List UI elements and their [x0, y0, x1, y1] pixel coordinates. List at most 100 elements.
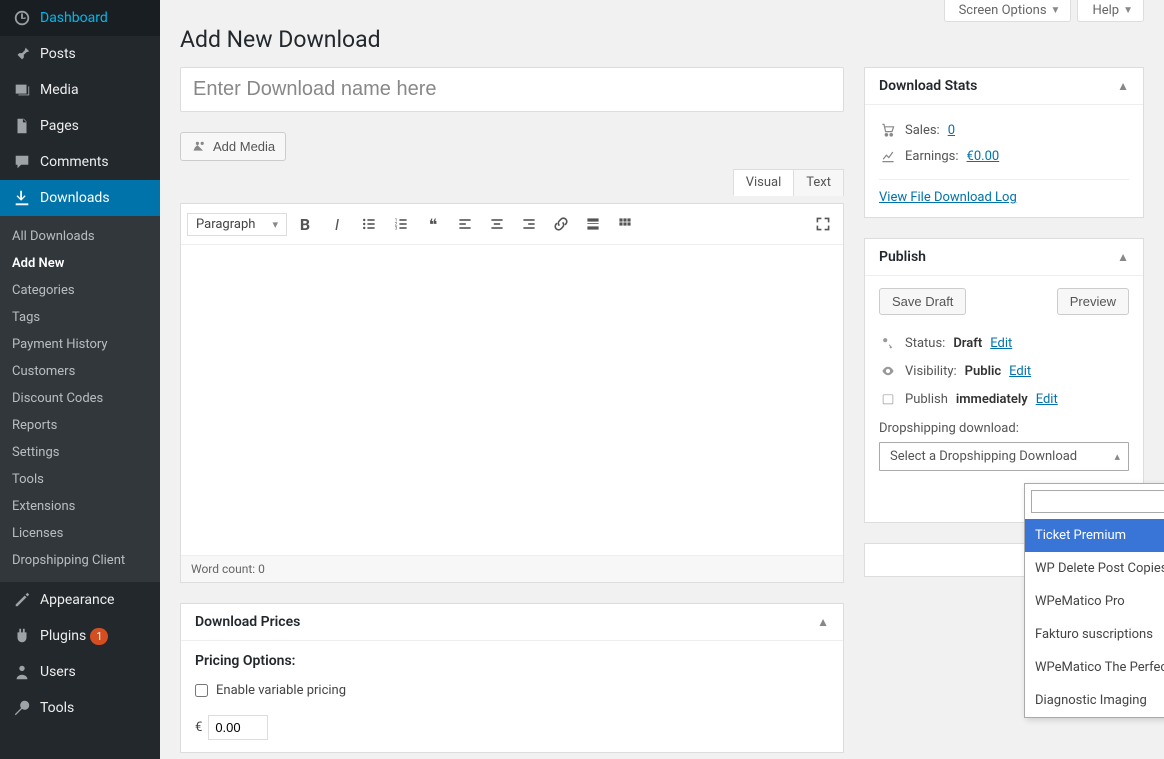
downloads-submenu: All Downloads Add New Categories Tags Pa… — [0, 216, 160, 582]
chart-icon — [879, 147, 897, 165]
sidebar-item-plugins[interactable]: Plugins 1 — [0, 618, 160, 654]
align-left-button[interactable] — [451, 210, 479, 238]
download-icon — [12, 188, 32, 208]
align-center-button[interactable] — [483, 210, 511, 238]
tab-text[interactable]: Text — [793, 169, 844, 196]
edit-status-link[interactable]: Edit — [990, 336, 1012, 351]
price-input[interactable] — [208, 715, 268, 740]
status-value: Draft — [953, 336, 982, 351]
admin-sidebar: Dashboard Posts Media Pages Comments Dow… — [0, 0, 160, 759]
earnings-link[interactable]: €0.00 — [967, 149, 1000, 164]
dropship-dropdown: Ticket Premium WP Delete Post Copies WPe… — [1024, 483, 1164, 718]
screen-options-button[interactable]: Screen Options ▼ — [944, 0, 1072, 22]
add-media-label: Add Media — [213, 139, 275, 154]
toolbar-toggle-button[interactable] — [611, 210, 639, 238]
bullets-button[interactable] — [355, 210, 383, 238]
users-icon — [12, 662, 32, 682]
submenu-add-new[interactable]: Add New — [0, 250, 160, 277]
sidebar-item-media[interactable]: Media — [0, 72, 160, 108]
edit-schedule-link[interactable]: Edit — [1036, 392, 1058, 407]
screen-options-label: Screen Options — [959, 3, 1047, 18]
dropship-option[interactable]: Ticket Premium — [1025, 519, 1164, 552]
sidebar-item-users[interactable]: Users — [0, 654, 160, 690]
sales-label: Sales: — [905, 123, 940, 138]
sidebar-item-comments[interactable]: Comments — [0, 144, 160, 180]
submenu-tags[interactable]: Tags — [0, 304, 160, 331]
editor-toolbar: Paragraph B I 123 ❝ — [181, 204, 843, 245]
submenu-dropshipping-client[interactable]: Dropshipping Client — [0, 547, 160, 574]
dropship-option[interactable]: Diagnostic Imaging — [1025, 684, 1164, 717]
variable-pricing-input[interactable] — [195, 684, 208, 697]
save-draft-button[interactable]: Save Draft — [879, 288, 966, 315]
tools-icon — [12, 698, 32, 718]
submenu-reports[interactable]: Reports — [0, 412, 160, 439]
toggle-icon[interactable]: ▲ — [1117, 79, 1129, 93]
format-select[interactable]: Paragraph — [187, 213, 287, 236]
sidebar-item-posts[interactable]: Posts — [0, 36, 160, 72]
sidebar-item-appearance[interactable]: Appearance — [0, 582, 160, 618]
sales-link[interactable]: 0 — [948, 123, 955, 138]
dropship-option[interactable]: WP Delete Post Copies — [1025, 552, 1164, 585]
submenu-payment-history[interactable]: Payment History — [0, 331, 160, 358]
link-button[interactable] — [547, 210, 575, 238]
visibility-value: Public — [965, 364, 1001, 379]
submenu-tools[interactable]: Tools — [0, 466, 160, 493]
pin-icon — [12, 44, 32, 64]
toggle-icon[interactable]: ▲ — [1117, 250, 1129, 264]
sidebar-item-tools[interactable]: Tools — [0, 690, 160, 726]
dropship-select[interactable]: Select a Dropshipping Download — [879, 442, 1129, 471]
sidebar-item-pages[interactable]: Pages — [0, 108, 160, 144]
edit-visibility-link[interactable]: Edit — [1009, 364, 1031, 379]
earnings-label: Earnings: — [905, 149, 959, 164]
dropship-search-input[interactable] — [1031, 490, 1164, 513]
view-log-link[interactable]: View File Download Log — [879, 190, 1017, 205]
submenu-extensions[interactable]: Extensions — [0, 493, 160, 520]
align-right-button[interactable] — [515, 210, 543, 238]
dropship-label: Dropshipping download: — [879, 421, 1129, 436]
sidebar-item-dashboard[interactable]: Dashboard — [0, 0, 160, 36]
sidebar-label: Appearance — [40, 592, 114, 608]
toggle-icon[interactable]: ▲ — [817, 615, 829, 629]
dropship-option[interactable]: WPeMatico The Perfect Package — [1025, 651, 1164, 684]
readmore-button[interactable] — [579, 210, 607, 238]
download-stats-heading: Download Stats — [879, 78, 977, 94]
caret-down-icon: ▼ — [1123, 5, 1133, 16]
appearance-icon — [12, 590, 32, 610]
dropship-option[interactable]: WPeMatico Pro — [1025, 585, 1164, 618]
dropship-option[interactable]: Fakturo suscriptions — [1025, 618, 1164, 651]
sidebar-label: Dashboard — [40, 10, 108, 26]
sidebar-label: Pages — [40, 118, 79, 134]
submenu-customers[interactable]: Customers — [0, 358, 160, 385]
sidebar-label: Media — [40, 82, 79, 98]
submenu-settings[interactable]: Settings — [0, 439, 160, 466]
help-label: Help — [1092, 3, 1119, 18]
publish-heading: Publish — [879, 249, 926, 265]
add-media-button[interactable]: Add Media — [180, 132, 286, 161]
submenu-discount-codes[interactable]: Discount Codes — [0, 385, 160, 412]
numbers-button[interactable]: 123 — [387, 210, 415, 238]
main-content: Screen Options ▼ Help ▼ Add New Download… — [160, 0, 1164, 759]
schedule-value: immediately — [956, 392, 1028, 407]
visibility-label: Visibility: — [905, 364, 957, 379]
variable-pricing-label: Enable variable pricing — [216, 683, 346, 698]
submenu-all-downloads[interactable]: All Downloads — [0, 223, 160, 250]
fullscreen-button[interactable] — [809, 210, 837, 238]
italic-button[interactable]: I — [323, 210, 351, 238]
download-title-input[interactable] — [180, 67, 844, 112]
sidebar-item-downloads[interactable]: Downloads — [0, 180, 160, 216]
submenu-categories[interactable]: Categories — [0, 277, 160, 304]
sidebar-label: Comments — [40, 154, 109, 170]
tab-visual[interactable]: Visual — [733, 169, 795, 196]
sidebar-label: Plugins — [40, 628, 86, 644]
calendar-icon — [879, 390, 897, 408]
schedule-label: Publish — [905, 392, 948, 407]
variable-pricing-checkbox[interactable]: Enable variable pricing — [195, 683, 346, 698]
quote-button[interactable]: ❝ — [419, 210, 447, 238]
preview-button[interactable]: Preview — [1057, 288, 1129, 315]
sidebar-label: Downloads — [40, 190, 110, 206]
submenu-licenses[interactable]: Licenses — [0, 520, 160, 547]
bold-button[interactable]: B — [291, 210, 319, 238]
help-button[interactable]: Help ▼ — [1077, 0, 1144, 22]
plugins-badge: 1 — [90, 628, 108, 645]
content-editor[interactable] — [181, 245, 843, 555]
